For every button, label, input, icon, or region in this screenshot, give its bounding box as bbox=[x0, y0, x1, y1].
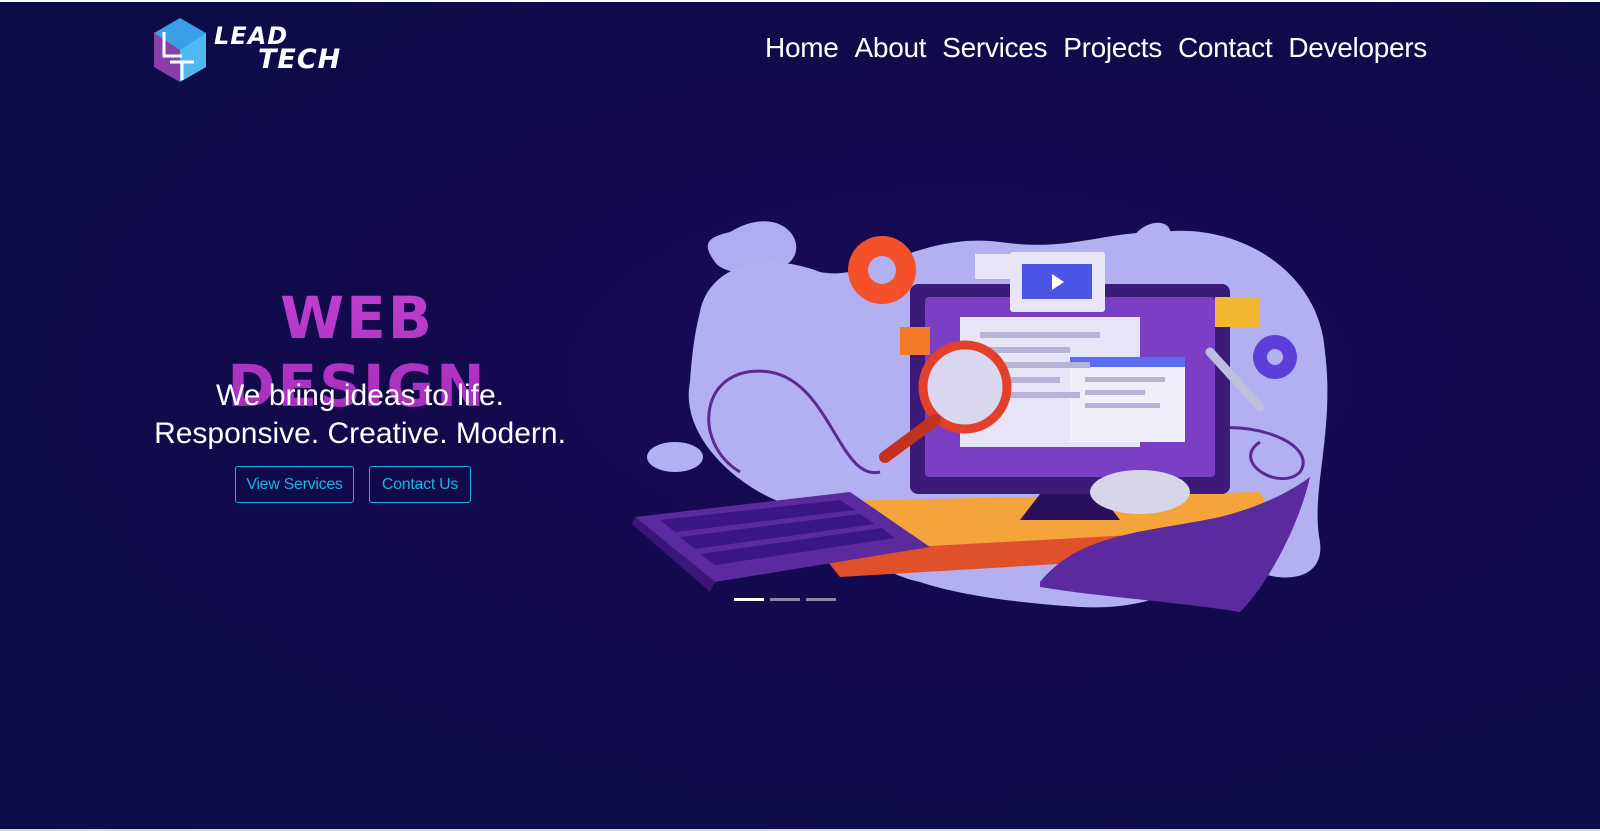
logo-text-line2: TECH bbox=[258, 44, 342, 75]
brand-logo[interactable]: LEAD TECH bbox=[150, 16, 360, 86]
contact-us-button[interactable]: Contact Us bbox=[369, 466, 471, 503]
nav-about[interactable]: About bbox=[855, 32, 927, 64]
nav-contact[interactable]: Contact bbox=[1178, 32, 1273, 64]
computer-illustration bbox=[632, 221, 1328, 612]
carousel-indicator-3[interactable] bbox=[806, 598, 836, 601]
nav-projects[interactable]: Projects bbox=[1063, 32, 1162, 64]
view-services-button[interactable]: View Services bbox=[235, 466, 354, 503]
hero-subtitle: We bring ideas to life. Responsive. Crea… bbox=[130, 377, 590, 453]
nav-services[interactable]: Services bbox=[942, 32, 1047, 64]
carousel-indicators bbox=[734, 598, 836, 601]
carousel-indicator-2[interactable] bbox=[770, 598, 800, 601]
hero-subtitle-line1: We bring ideas to life. bbox=[216, 379, 504, 412]
nav-developers[interactable]: Developers bbox=[1288, 32, 1427, 64]
nav-home[interactable]: Home bbox=[765, 32, 839, 64]
main-nav: Home About Services Projects Contact Dev… bbox=[765, 32, 1427, 64]
hero-subtitle-line2: Responsive. Creative. Modern. bbox=[154, 417, 566, 450]
carousel-indicator-1[interactable] bbox=[734, 598, 764, 601]
page-background: LEAD TECH Home About Services Projects C… bbox=[0, 2, 1600, 829]
leadtech-logo-icon bbox=[154, 18, 206, 82]
